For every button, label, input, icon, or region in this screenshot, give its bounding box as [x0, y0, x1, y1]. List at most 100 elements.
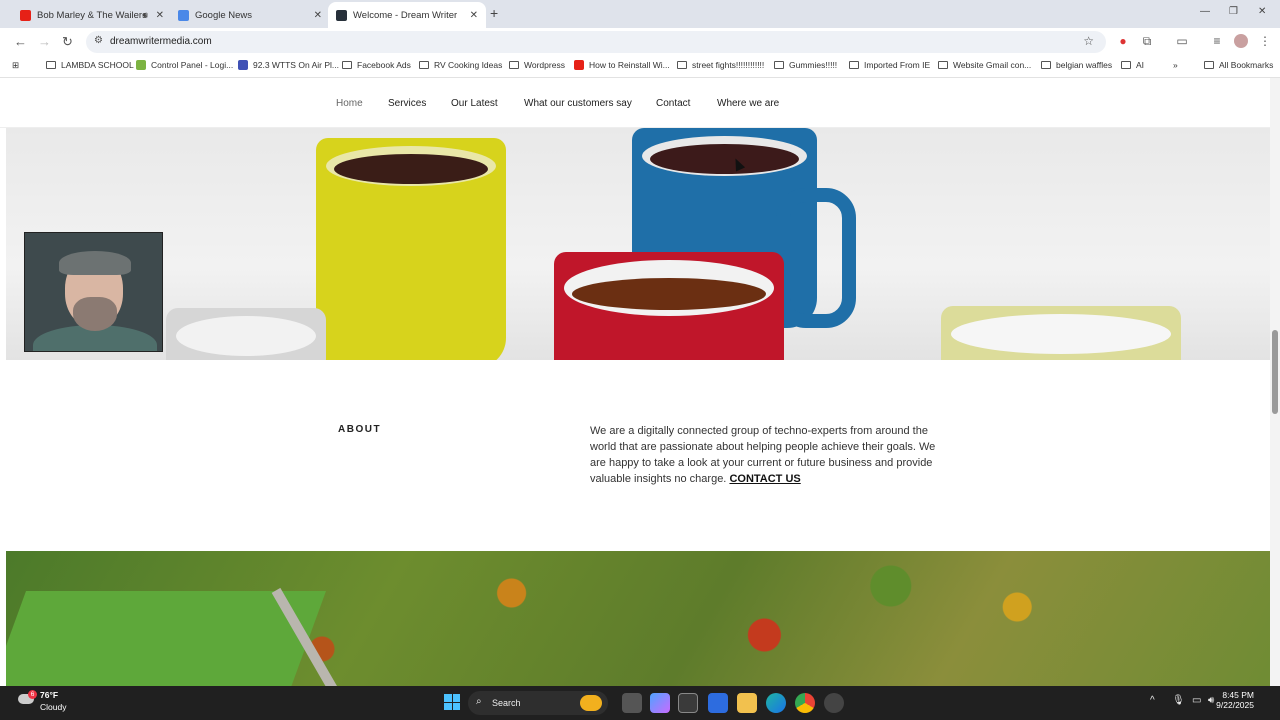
microphone-icon[interactable]: 🎙︎: [1172, 695, 1185, 706]
about-paragraph: We are a digitally connected group of te…: [590, 425, 936, 485]
folder-icon: [774, 61, 784, 69]
bookmark-wordpress[interactable]: Wordpress: [509, 60, 565, 70]
obs-icon[interactable]: [824, 693, 844, 713]
bookmark-star-icon[interactable]: ☆: [1083, 34, 1094, 48]
contact-us-link[interactable]: CONTACT US: [729, 473, 800, 485]
windows-taskbar: 6 76°F Cloudy ⌕ Search ^ 🎙︎ ▭ 🔊︎ 8:45 PM…: [0, 686, 1280, 720]
close-tab-icon[interactable]: ✕: [470, 10, 478, 21]
address-bar[interactable]: ⚙ dreamwritermedia.com ☆: [86, 31, 1106, 53]
browser-toolbar: ← → ↻ ⚙ dreamwritermedia.com ☆ ● ⧉ ▭ ≡ ⋮: [0, 28, 1280, 56]
minimize-button[interactable]: —: [1200, 6, 1210, 17]
cast-icon[interactable]: ▭: [1175, 34, 1189, 48]
webcam-overlay: [24, 232, 163, 352]
bookmark-facebook-ads[interactable]: Facebook Ads: [342, 60, 411, 70]
extensions-icon[interactable]: ⧉: [1140, 34, 1154, 48]
scrollbar-thumb[interactable]: [1272, 330, 1278, 414]
reload-button[interactable]: ↻: [62, 34, 73, 50]
nav-contact[interactable]: Contact: [656, 98, 690, 109]
cap: [59, 251, 131, 275]
task-view-icon[interactable]: [622, 693, 642, 713]
blue-mug-handle: [776, 188, 856, 328]
bookmarks-bar: ⊞ LAMBDA SCHOOL Control Panel - Logi... …: [0, 56, 1280, 78]
nav-customers-say[interactable]: What our customers say: [524, 98, 632, 109]
taskbar-search[interactable]: ⌕ Search: [468, 691, 608, 715]
bookmark-control-panel[interactable]: Control Panel - Logi...: [136, 60, 233, 70]
nav-our-latest[interactable]: Our Latest: [451, 98, 498, 109]
media-icon[interactable]: ≡: [1210, 34, 1224, 48]
folder-icon: [938, 61, 948, 69]
profile-avatar[interactable]: [1234, 34, 1248, 48]
search-label: Search: [492, 698, 521, 708]
nav-home[interactable]: Home: [336, 98, 363, 109]
tab-label: Google News: [195, 9, 253, 21]
tab-dream-writer[interactable]: Welcome - Dream Writer ✕: [328, 2, 486, 28]
restore-button[interactable]: ❐: [1229, 6, 1238, 17]
bookmark-gummies[interactable]: Gummies!!!!!: [774, 60, 837, 70]
bookmark-reinstall[interactable]: How to Reinstall Wi...: [574, 60, 670, 70]
network-icon[interactable]: ▭: [1192, 695, 1201, 706]
folder-icon: [1041, 61, 1051, 69]
volume-icon[interactable]: 🔊︎: [1208, 695, 1214, 706]
bookmark-rv-cooking[interactable]: RV Cooking Ideas: [419, 60, 502, 70]
adblock-icon[interactable]: ●: [1116, 34, 1130, 48]
nav-services[interactable]: Services: [388, 98, 426, 109]
control-panel-icon: [136, 60, 146, 70]
date: 9/22/2025: [1216, 700, 1254, 710]
clock[interactable]: 8:45 PM 9/22/2025: [1216, 690, 1254, 710]
red-mug: [554, 252, 784, 360]
folder-icon: [677, 61, 687, 69]
weather-badge: 6: [28, 690, 37, 699]
speaker-icon[interactable]: 🔊︎: [142, 10, 148, 21]
google-news-icon: [178, 9, 189, 21]
tab-youtube[interactable]: Bob Marley & The Wailers 🔊︎ ✕: [12, 2, 172, 28]
tab-google-news[interactable]: Google News ✕: [170, 2, 330, 28]
url-text[interactable]: dreamwritermedia.com: [110, 36, 212, 47]
chrome-icon[interactable]: [795, 693, 815, 713]
close-tab-icon[interactable]: ✕: [314, 10, 322, 21]
folder-icon: [1121, 61, 1131, 69]
apps-icon[interactable]: ⊞: [12, 60, 19, 71]
tab-label: Welcome - Dream Writer: [353, 9, 458, 21]
bookmark-wtts[interactable]: 92.3 WTTS On Air Pl...: [238, 60, 339, 70]
site-info-icon[interactable]: ⚙: [94, 35, 103, 46]
dream-writer-icon: [336, 9, 347, 21]
store-icon[interactable]: [678, 693, 698, 713]
folder-icon: [849, 61, 859, 69]
copilot-icon[interactable]: [650, 693, 670, 713]
close-tab-icon[interactable]: ✕: [156, 10, 164, 21]
site-navigation: Home Services Our Latest What our custom…: [0, 78, 1270, 128]
bookmark-ai[interactable]: AI: [1121, 60, 1144, 70]
nav-where-we-are[interactable]: Where we are: [717, 98, 779, 109]
file-explorer-icon[interactable]: [737, 693, 757, 713]
back-button[interactable]: ←: [14, 34, 27, 49]
close-window-button[interactable]: ✕: [1258, 6, 1266, 17]
folder-icon: [419, 61, 429, 69]
show-hidden-icons[interactable]: ^: [1150, 695, 1155, 706]
webpage: Home Services Our Latest What our custom…: [0, 78, 1280, 686]
bookmark-lambda[interactable]: LAMBDA SCHOOL: [46, 60, 134, 70]
forward-button[interactable]: →: [38, 34, 51, 49]
more-bookmarks-icon[interactable]: »: [1173, 60, 1178, 70]
bookmark-waffles[interactable]: belgian waffles: [1041, 60, 1112, 70]
folder-icon: [1204, 61, 1214, 69]
edge-icon[interactable]: [766, 693, 786, 713]
page-scrollbar[interactable]: [1270, 78, 1280, 686]
aerial-photo-trees: [6, 551, 1270, 686]
all-bookmarks[interactable]: All Bookmarks: [1204, 60, 1273, 70]
bookmark-gmail[interactable]: Website Gmail con...: [938, 60, 1031, 70]
hero-image-coffee-mugs: [6, 128, 1270, 360]
youtube-icon: [574, 60, 584, 70]
youtube-icon: [20, 9, 31, 21]
about-heading: ABOUT: [338, 424, 382, 435]
menu-icon[interactable]: ⋮: [1258, 34, 1272, 48]
new-tab-button[interactable]: +: [490, 5, 498, 21]
start-button[interactable]: [444, 694, 460, 710]
white-mug-right: [941, 306, 1181, 360]
bookmark-street-fights[interactable]: street fights!!!!!!!!!!!!: [677, 60, 764, 70]
bookmark-imported-ie[interactable]: Imported From IE: [849, 60, 930, 70]
tab-label: Bob Marley & The Wailers: [37, 9, 147, 21]
weather-condition: Cloudy: [40, 702, 67, 712]
folder-icon: [509, 61, 519, 69]
search-highlight-icon: [580, 695, 602, 711]
photos-icon[interactable]: [708, 693, 728, 713]
